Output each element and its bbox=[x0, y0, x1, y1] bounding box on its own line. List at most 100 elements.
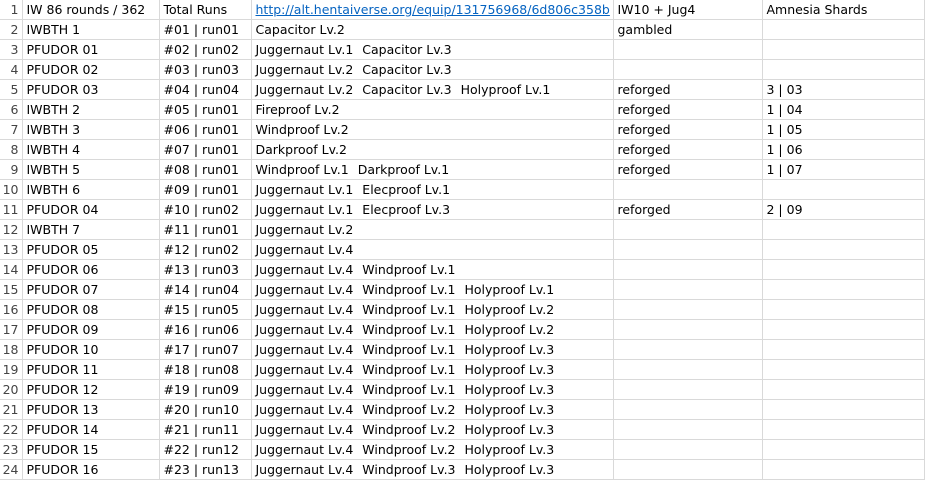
cell-b1[interactable]: Total Runs bbox=[159, 0, 252, 20]
cell-run[interactable]: #17 | run07 bbox=[159, 339, 252, 360]
cell-properties[interactable]: Juggernaut Lv.4 Windproof Lv.1 Holyproof L… bbox=[251, 319, 614, 340]
row-number[interactable]: 17 bbox=[0, 319, 23, 340]
cell-name[interactable]: PFUDOR 12 bbox=[22, 379, 160, 400]
cell-name[interactable]: IWBTH 2 bbox=[22, 99, 160, 120]
cell-properties[interactable]: Darkproof Lv.2 bbox=[251, 139, 614, 160]
cell-run[interactable]: #07 | run01 bbox=[159, 139, 252, 160]
cell-run[interactable]: #23 | run13 bbox=[159, 459, 252, 480]
cell-status[interactable] bbox=[613, 279, 763, 300]
row-number[interactable]: 4 bbox=[0, 59, 23, 80]
cell-status[interactable] bbox=[613, 259, 763, 280]
row-number[interactable]: 9 bbox=[0, 159, 23, 180]
cell-properties[interactable]: Juggernaut Lv.4 Windproof Lv.1 Holyproof L… bbox=[251, 359, 614, 380]
cell-properties[interactable]: Juggernaut Lv.4 Windproof Lv.2 Holyproof L… bbox=[251, 419, 614, 440]
cell-run[interactable]: #06 | run01 bbox=[159, 119, 252, 140]
cell-run[interactable]: #08 | run01 bbox=[159, 159, 252, 180]
cell-shards[interactable] bbox=[762, 259, 925, 280]
row-number[interactable]: 5 bbox=[0, 79, 23, 100]
cell-name[interactable]: IWBTH 5 bbox=[22, 159, 160, 180]
cell-name[interactable]: PFUDOR 11 bbox=[22, 359, 160, 380]
cell-shards[interactable] bbox=[762, 399, 925, 420]
cell-shards[interactable]: 2 | 09 bbox=[762, 199, 925, 220]
cell-name[interactable]: IWBTH 4 bbox=[22, 139, 160, 160]
cell-run[interactable]: #15 | run05 bbox=[159, 299, 252, 320]
cell-name[interactable]: PFUDOR 03 bbox=[22, 79, 160, 100]
cell-properties[interactable]: Juggernaut Lv.4 Windproof Lv.1 Holyproof L… bbox=[251, 299, 614, 320]
cell-properties[interactable]: Juggernaut Lv.4 Windproof Lv.3 Holyproof L… bbox=[251, 459, 614, 480]
cell-name[interactable]: PFUDOR 05 bbox=[22, 239, 160, 260]
cell-status[interactable] bbox=[613, 399, 763, 420]
cell-properties[interactable]: Juggernaut Lv.4 Windproof Lv.1 bbox=[251, 259, 614, 280]
cell-name[interactable]: PFUDOR 06 bbox=[22, 259, 160, 280]
cell-e1[interactable]: Amnesia Shards bbox=[762, 0, 925, 20]
cell-name[interactable]: PFUDOR 09 bbox=[22, 319, 160, 340]
cell-status[interactable]: reforged bbox=[613, 79, 763, 100]
cell-shards[interactable] bbox=[762, 179, 925, 200]
cell-properties[interactable]: Juggernaut Lv.1 Elecproof Lv.3 bbox=[251, 199, 614, 220]
cell-name[interactable]: IWBTH 3 bbox=[22, 119, 160, 140]
cell-shards[interactable] bbox=[762, 19, 925, 40]
cell-name[interactable]: PFUDOR 16 bbox=[22, 459, 160, 480]
cell-run[interactable]: #20 | run10 bbox=[159, 399, 252, 420]
cell-run[interactable]: #19 | run09 bbox=[159, 379, 252, 400]
cell-run[interactable]: #09 | run01 bbox=[159, 179, 252, 200]
cell-shards[interactable] bbox=[762, 279, 925, 300]
cell-status[interactable] bbox=[613, 239, 763, 260]
cell-c1[interactable]: http://alt.hentaiverse.org/equip/1317569… bbox=[251, 0, 614, 20]
cell-shards[interactable] bbox=[762, 239, 925, 260]
row-number[interactable]: 18 bbox=[0, 339, 23, 360]
cell-status[interactable] bbox=[613, 299, 763, 320]
row-number[interactable]: 13 bbox=[0, 239, 23, 260]
cell-shards[interactable] bbox=[762, 339, 925, 360]
cell-status[interactable] bbox=[613, 179, 763, 200]
cell-run[interactable]: #21 | run11 bbox=[159, 419, 252, 440]
cell-properties[interactable]: Windproof Lv.1 Darkproof Lv.1 bbox=[251, 159, 614, 180]
cell-properties[interactable]: Capacitor Lv.2 bbox=[251, 19, 614, 40]
cell-status[interactable] bbox=[613, 59, 763, 80]
cell-properties[interactable]: Juggernaut Lv.2 Capacitor Lv.3 Holyproof L… bbox=[251, 79, 614, 100]
cell-shards[interactable] bbox=[762, 359, 925, 380]
cell-properties[interactable]: Juggernaut Lv.2 Capacitor Lv.3 bbox=[251, 59, 614, 80]
row-number[interactable]: 8 bbox=[0, 139, 23, 160]
cell-shards[interactable] bbox=[762, 299, 925, 320]
row-number[interactable]: 14 bbox=[0, 259, 23, 280]
cell-shards[interactable] bbox=[762, 439, 925, 460]
cell-shards[interactable] bbox=[762, 459, 925, 480]
row-number[interactable]: 7 bbox=[0, 119, 23, 140]
cell-shards[interactable]: 1 | 04 bbox=[762, 99, 925, 120]
row-number[interactable]: 24 bbox=[0, 459, 23, 480]
row-number[interactable]: 11 bbox=[0, 199, 23, 220]
cell-shards[interactable] bbox=[762, 379, 925, 400]
cell-status[interactable]: reforged bbox=[613, 199, 763, 220]
cell-name[interactable]: PFUDOR 01 bbox=[22, 39, 160, 60]
cell-d1[interactable]: IW10 + Jug4 bbox=[613, 0, 763, 20]
row-number[interactable]: 3 bbox=[0, 39, 23, 60]
cell-shards[interactable]: 1 | 05 bbox=[762, 119, 925, 140]
cell-name[interactable]: PFUDOR 04 bbox=[22, 199, 160, 220]
cell-name[interactable]: PFUDOR 10 bbox=[22, 339, 160, 360]
cell-status[interactable] bbox=[613, 359, 763, 380]
cell-name[interactable]: IWBTH 1 bbox=[22, 19, 160, 40]
cell-run[interactable]: #13 | run03 bbox=[159, 259, 252, 280]
cell-run[interactable]: #01 | run01 bbox=[159, 19, 252, 40]
row-number[interactable]: 2 bbox=[0, 19, 23, 40]
equip-link[interactable]: http://alt.hentaiverse.org/equip/1317569… bbox=[256, 2, 610, 17]
cell-properties[interactable]: Juggernaut Lv.2 bbox=[251, 219, 614, 240]
cell-name[interactable]: PFUDOR 08 bbox=[22, 299, 160, 320]
cell-run[interactable]: #02 | run02 bbox=[159, 39, 252, 60]
cell-name[interactable]: PFUDOR 13 bbox=[22, 399, 160, 420]
row-number[interactable]: 19 bbox=[0, 359, 23, 380]
cell-status[interactable] bbox=[613, 39, 763, 60]
cell-status[interactable] bbox=[613, 459, 763, 480]
cell-shards[interactable] bbox=[762, 419, 925, 440]
cell-properties[interactable]: Juggernaut Lv.4 Windproof Lv.2 Holyproof L… bbox=[251, 399, 614, 420]
cell-shards[interactable] bbox=[762, 219, 925, 240]
cell-shards[interactable] bbox=[762, 59, 925, 80]
cell-run[interactable]: #16 | run06 bbox=[159, 319, 252, 340]
cell-run[interactable]: #03 | run03 bbox=[159, 59, 252, 80]
cell-shards[interactable]: 1 | 07 bbox=[762, 159, 925, 180]
cell-run[interactable]: #14 | run04 bbox=[159, 279, 252, 300]
cell-properties[interactable]: Fireproof Lv.2 bbox=[251, 99, 614, 120]
row-number[interactable]: 10 bbox=[0, 179, 23, 200]
row-number[interactable]: 23 bbox=[0, 439, 23, 460]
